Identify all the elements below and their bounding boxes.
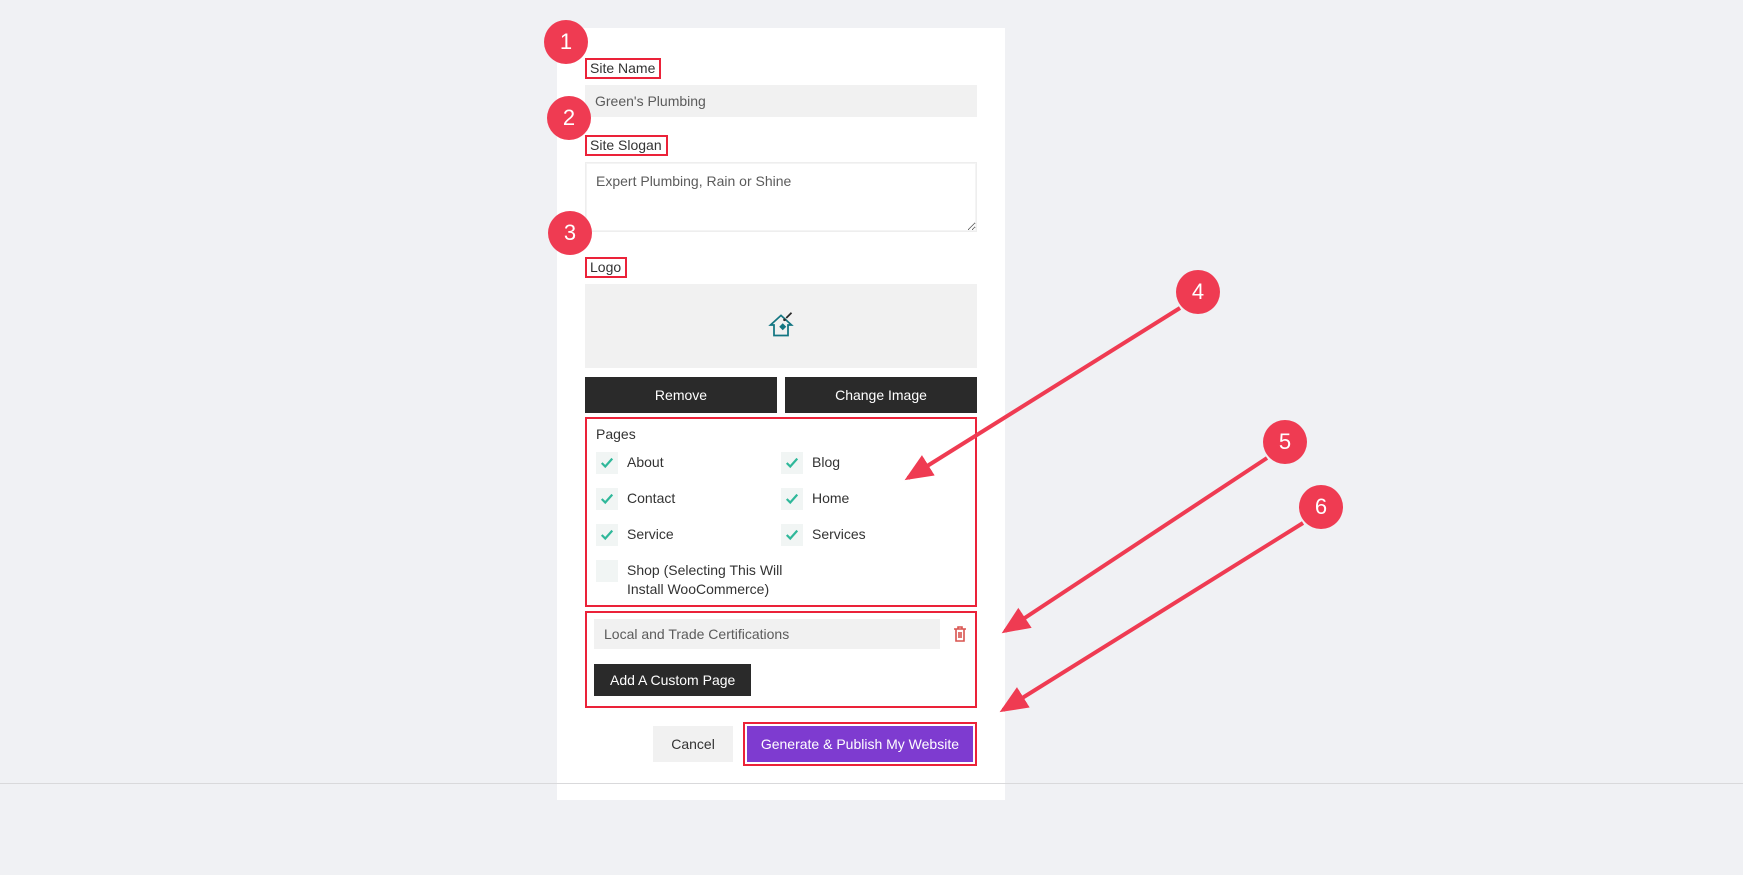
page-divider (0, 783, 1743, 784)
page-label: Contact (627, 488, 675, 508)
generate-publish-button[interactable]: Generate & Publish My Website (747, 726, 973, 762)
checkbox-shop[interactable] (596, 560, 618, 582)
annotation-marker-3: 3 (548, 211, 592, 255)
annotation-marker-1: 1 (544, 20, 588, 64)
page-label: Service (627, 524, 674, 544)
page-label: Services (812, 524, 866, 544)
page-label: Home (812, 488, 849, 508)
site-slogan-input[interactable] (585, 162, 977, 232)
logo-label: Logo (585, 257, 627, 278)
checkbox-contact[interactable] (596, 488, 618, 510)
house-logo-icon (766, 311, 796, 342)
settings-card: Site Name Site Slogan Logo Remove Chan (557, 28, 1005, 800)
cancel-button[interactable]: Cancel (653, 726, 733, 762)
page-item-about: About (596, 452, 781, 474)
page-item-contact: Contact (596, 488, 781, 510)
site-name-label: Site Name (585, 58, 661, 79)
page-label: Shop (Selecting This Will Install WooCom… (627, 560, 807, 599)
publish-button-outline: Generate & Publish My Website (743, 722, 977, 766)
page-item-home: Home (781, 488, 966, 510)
checkbox-services[interactable] (781, 524, 803, 546)
page-label: Blog (812, 452, 840, 472)
pages-title: Pages (596, 426, 966, 442)
page-item-shop: Shop (Selecting This Will Install WooCom… (596, 560, 966, 599)
logo-preview (585, 284, 977, 368)
annotation-marker-6: 6 (1299, 485, 1343, 529)
add-custom-page-button[interactable]: Add A Custom Page (594, 664, 751, 696)
checkbox-home[interactable] (781, 488, 803, 510)
checkbox-blog[interactable] (781, 452, 803, 474)
annotation-marker-4: 4 (1176, 270, 1220, 314)
remove-logo-button[interactable]: Remove (585, 377, 777, 413)
custom-page-input[interactable] (594, 619, 940, 649)
site-slogan-label: Site Slogan (585, 135, 668, 156)
checkbox-about[interactable] (596, 452, 618, 474)
page-item-service: Service (596, 524, 781, 546)
site-name-input[interactable] (585, 85, 977, 117)
checkbox-service[interactable] (596, 524, 618, 546)
page-item-services: Services (781, 524, 966, 546)
trash-icon[interactable] (952, 625, 968, 643)
page-label: About (627, 452, 664, 472)
pages-section: Pages About Blog (585, 417, 977, 607)
custom-page-section: Add A Custom Page (585, 611, 977, 708)
annotation-marker-2: 2 (547, 96, 591, 140)
annotation-marker-5: 5 (1263, 420, 1307, 464)
change-image-button[interactable]: Change Image (785, 377, 977, 413)
page-item-blog: Blog (781, 452, 966, 474)
